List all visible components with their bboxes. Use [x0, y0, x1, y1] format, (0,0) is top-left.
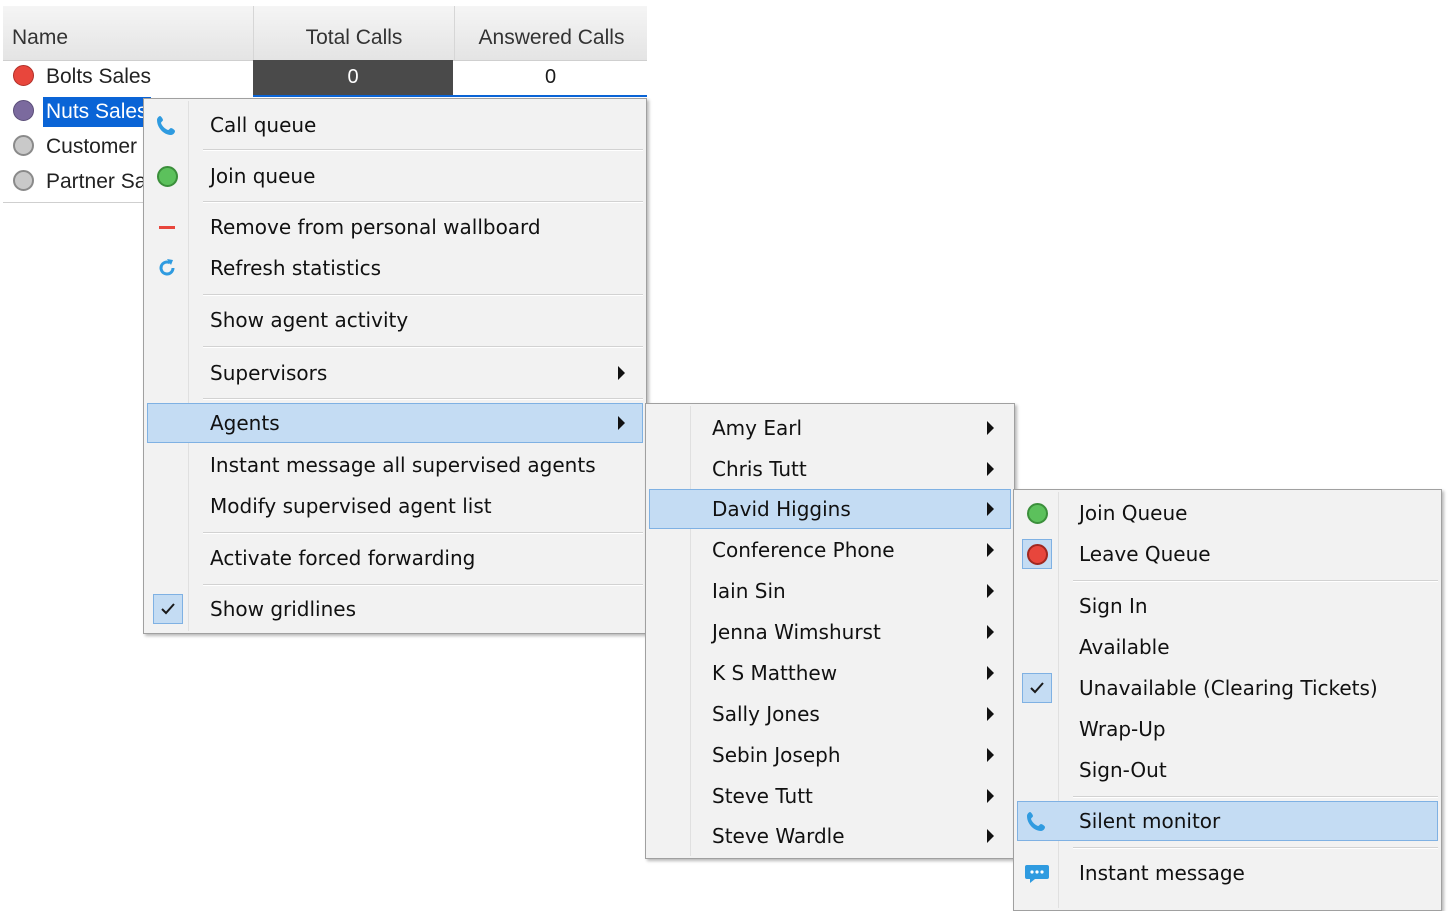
- column-header-total-calls[interactable]: Total Calls: [253, 6, 454, 60]
- checkmark-icon: [1021, 672, 1053, 704]
- checkmark-icon: [152, 593, 184, 625]
- grid-header: Name Total Calls Answered Calls: [3, 6, 647, 61]
- agent-item-david-higgins[interactable]: David Higgins: [649, 489, 1011, 529]
- submenu-arrow-icon: [987, 502, 994, 516]
- queue-name: Nuts Sales: [43, 97, 151, 127]
- answered-calls-value: 0: [544, 66, 557, 88]
- submenu-arrow-icon: [987, 421, 994, 435]
- agent-item-jenna-wimshurst[interactable]: Jenna Wimshurst: [649, 612, 1011, 652]
- menu-item-refresh-statistics[interactable]: Refresh statistics: [147, 249, 643, 287]
- total-calls-value: 0: [253, 60, 453, 95]
- red-status-icon: [1021, 538, 1053, 570]
- agent-item-amy-earl[interactable]: Amy Earl: [649, 408, 1011, 448]
- submenu-arrow-icon: [987, 789, 994, 803]
- action-join-queue[interactable]: Join Queue: [1017, 493, 1438, 533]
- action-unavailable-clearing-tickets[interactable]: Unavailable (Clearing Tickets): [1017, 668, 1438, 708]
- action-instant-message[interactable]: Instant message: [1017, 853, 1438, 893]
- chat-icon: [1023, 859, 1051, 887]
- action-sign-out[interactable]: Sign-Out: [1017, 750, 1438, 790]
- action-wrap-up[interactable]: Wrap-Up: [1017, 709, 1438, 749]
- phone-icon: [1023, 807, 1051, 835]
- refresh-icon: [153, 254, 181, 282]
- action-leave-queue[interactable]: Leave Queue: [1017, 534, 1438, 574]
- queue-context-menu: Call queue Join queue Remove from person…: [143, 98, 647, 634]
- menu-item-show-gridlines[interactable]: Show gridlines: [147, 589, 643, 629]
- menu-item-forced-forwarding[interactable]: Activate forced forwarding: [147, 537, 643, 579]
- submenu-arrow-icon: [618, 366, 625, 380]
- agent-item-sebin-joseph[interactable]: Sebin Joseph: [649, 735, 1011, 775]
- submenu-arrow-icon: [987, 748, 994, 762]
- green-status-icon: [1023, 499, 1051, 527]
- grey-status-icon: [13, 135, 34, 156]
- agent-item-conference-phone[interactable]: Conference Phone: [649, 530, 1011, 570]
- action-silent-monitor[interactable]: Silent monitor: [1017, 801, 1438, 841]
- agents-submenu: Amy Earl Chris Tutt David Higgins Confer…: [645, 403, 1015, 859]
- table-row[interactable]: Bolts Sales 0 0: [3, 60, 647, 95]
- purple-status-icon: [13, 100, 34, 121]
- phone-icon: [153, 111, 181, 139]
- selection-line: [253, 95, 647, 97]
- submenu-arrow-icon: [987, 461, 994, 476]
- menu-item-call-queue[interactable]: Call queue: [147, 105, 643, 145]
- agent-item-iain-sin[interactable]: Iain Sin: [649, 571, 1011, 611]
- menu-item-agents[interactable]: Agents: [147, 403, 643, 443]
- remove-icon: [153, 213, 181, 241]
- menu-item-show-agent-activity[interactable]: Show agent activity: [147, 300, 643, 340]
- action-sign-in[interactable]: Sign In: [1017, 586, 1438, 626]
- agent-item-steve-wardle[interactable]: Steve Wardle: [649, 816, 1011, 856]
- agent-item-sally-jones[interactable]: Sally Jones: [649, 694, 1011, 734]
- submenu-arrow-icon: [987, 829, 994, 843]
- action-available[interactable]: Available: [1017, 627, 1438, 667]
- grey-status-icon: [13, 170, 34, 191]
- red-status-icon: [13, 65, 34, 86]
- submenu-arrow-icon: [987, 625, 994, 639]
- menu-item-remove-wallboard[interactable]: Remove from personal wallboard: [147, 207, 643, 247]
- grid-bottom-border: [3, 202, 153, 203]
- agent-item-chris-tutt[interactable]: Chris Tutt: [649, 448, 1011, 489]
- agent-item-steve-tutt[interactable]: Steve Tutt: [649, 776, 1011, 816]
- agent-actions-submenu: Join Queue Leave Queue Sign In Available…: [1013, 489, 1442, 911]
- column-header-name[interactable]: Name: [12, 6, 68, 60]
- agent-item-ks-matthew[interactable]: K S Matthew: [649, 653, 1011, 693]
- menu-item-im-all-agents[interactable]: Instant message all supervised agents: [147, 445, 643, 485]
- menu-item-supervisors[interactable]: Supervisors: [147, 352, 643, 394]
- queue-name: Customer: [46, 135, 138, 158]
- submenu-arrow-icon: [987, 707, 994, 721]
- column-header-answered-calls[interactable]: Answered Calls: [454, 6, 648, 60]
- submenu-arrow-icon: [987, 543, 994, 557]
- submenu-arrow-icon: [987, 666, 994, 680]
- menu-item-modify-agent-list[interactable]: Modify supervised agent list: [147, 486, 643, 526]
- submenu-arrow-icon: [987, 584, 994, 598]
- menu-item-join-queue[interactable]: Join queue: [147, 155, 643, 197]
- queue-name: Bolts Sales: [46, 65, 152, 88]
- submenu-arrow-icon: [618, 416, 625, 430]
- green-status-icon: [153, 162, 181, 190]
